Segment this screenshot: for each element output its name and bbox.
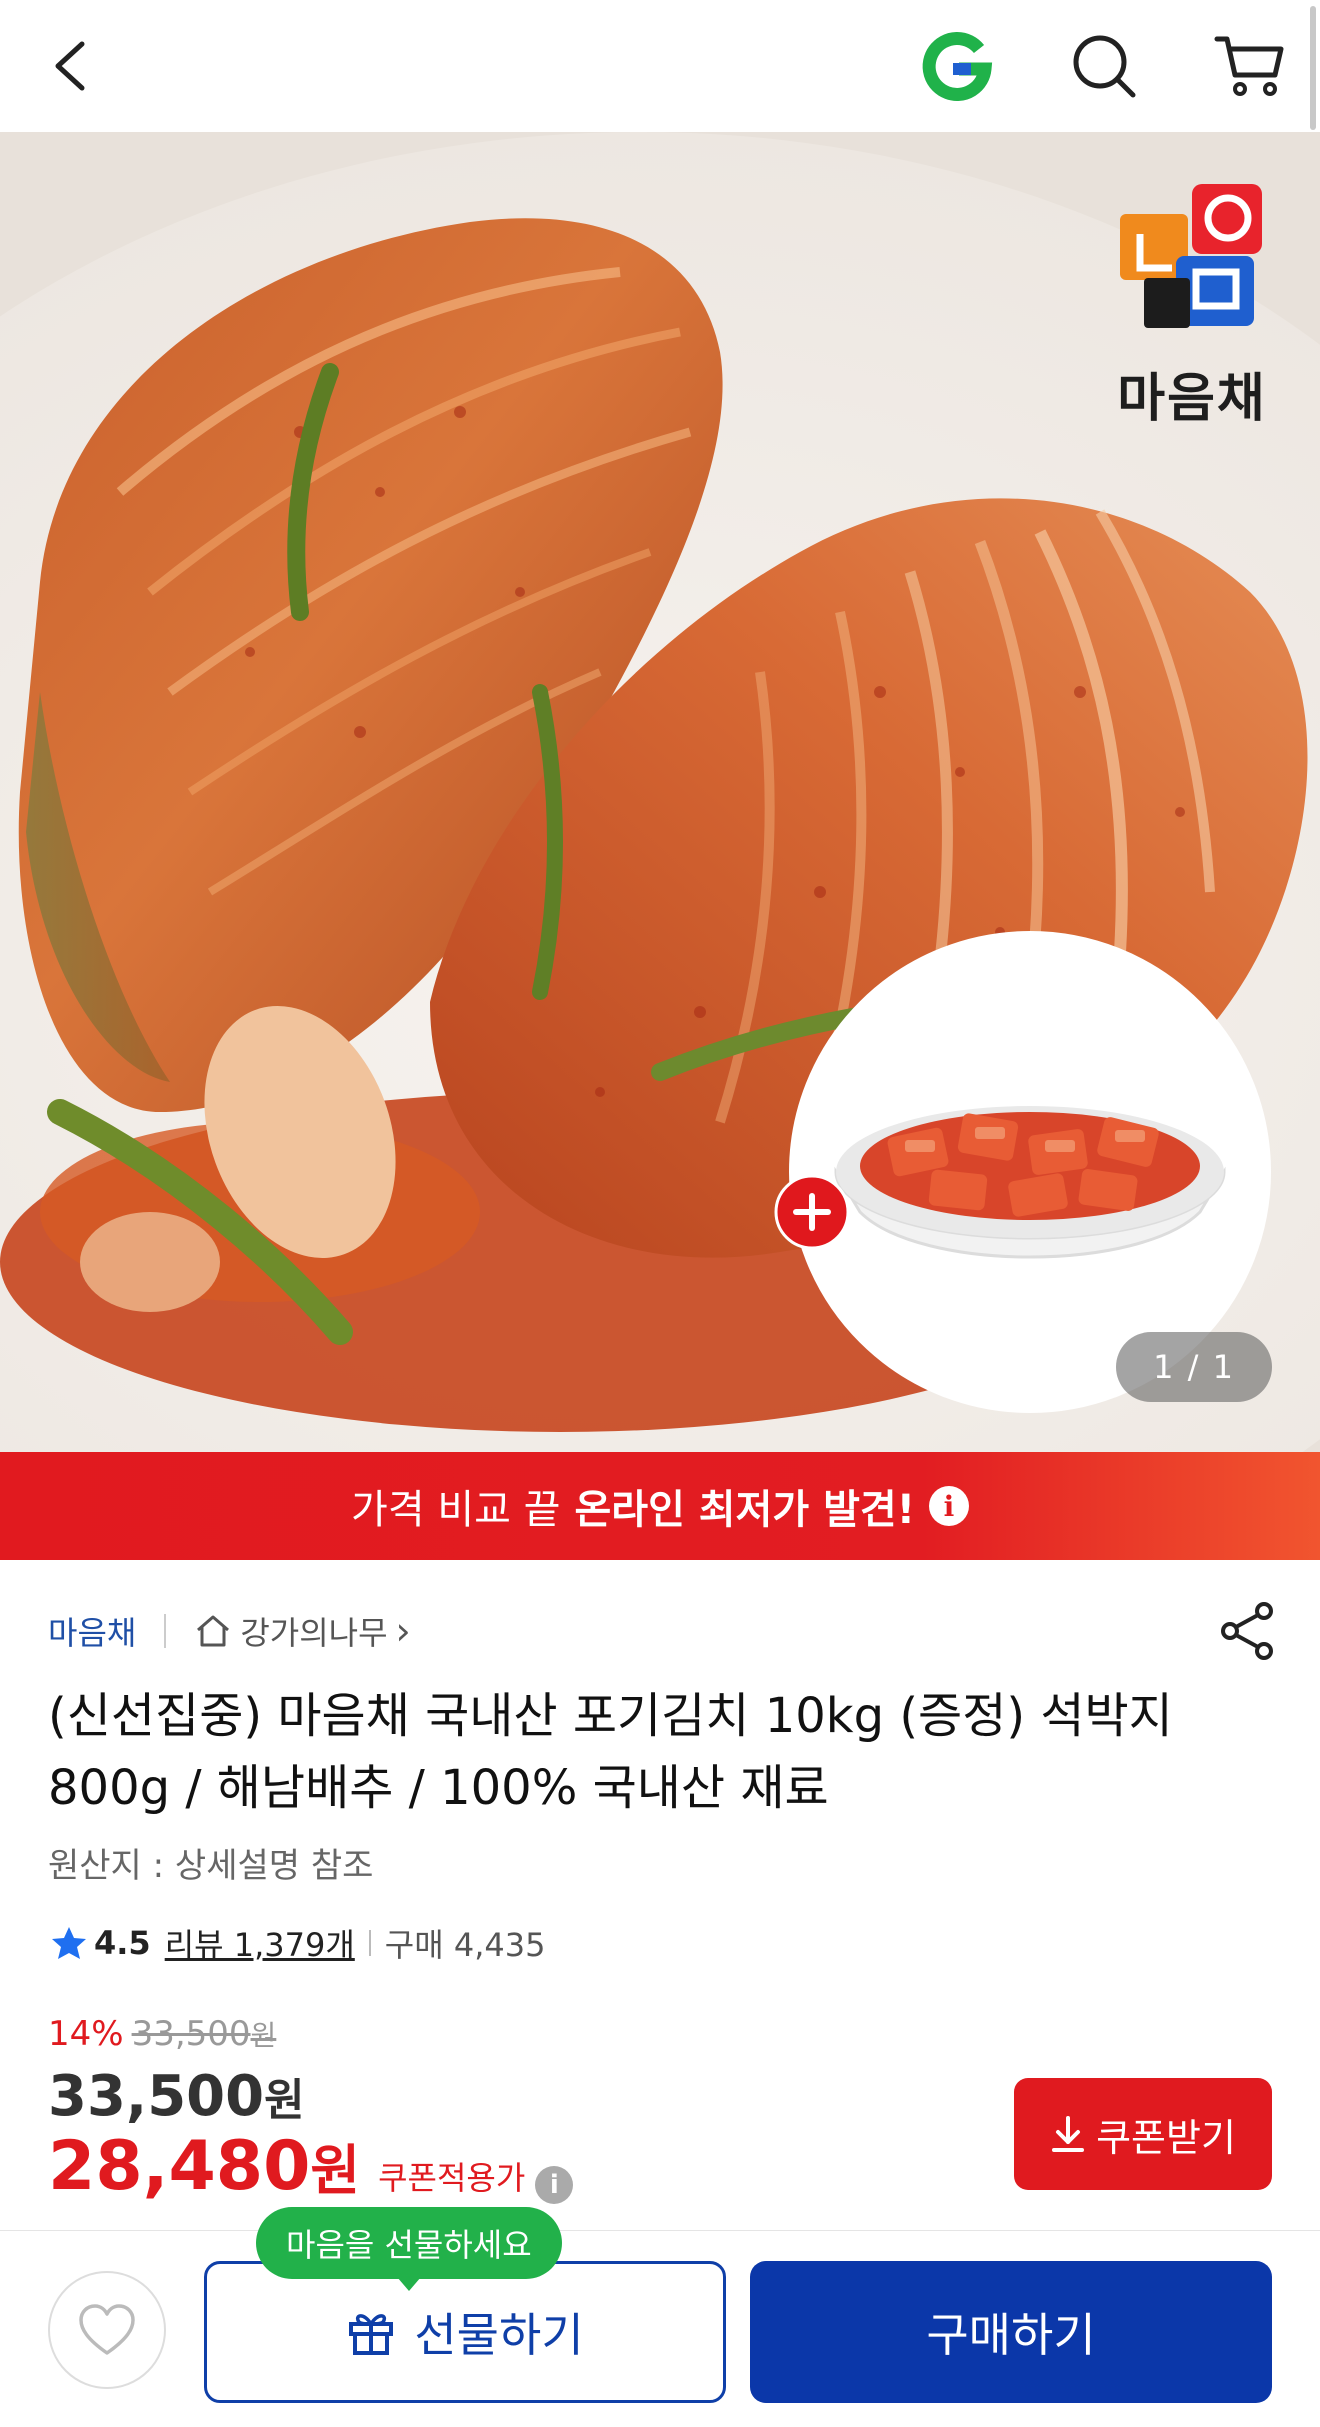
seller-row: 마음채 강가의나무 › bbox=[48, 1606, 411, 1656]
search-button[interactable] bbox=[1058, 20, 1150, 112]
back-button[interactable] bbox=[26, 20, 118, 112]
lowest-price-banner[interactable]: 가격 비교 끝 온라인 최저가 발견! i bbox=[0, 1452, 1320, 1560]
home-icon bbox=[197, 1615, 230, 1647]
purchase-count: 구매 4,435 bbox=[384, 1926, 546, 1964]
download-icon bbox=[1052, 2116, 1085, 2152]
top-nav-bar bbox=[0, 0, 1320, 132]
coupon-price: 28,480 bbox=[48, 2127, 311, 2206]
heart-icon bbox=[79, 2304, 135, 2355]
image-counter: 1 / 1 bbox=[1116, 1332, 1272, 1402]
bottom-action-bar: 선물하기 마음을 선물하세요 구매하기 bbox=[0, 2207, 1320, 2427]
rating-score: 4.5 bbox=[94, 1924, 151, 1962]
banner-text: 가격 비교 끝 bbox=[351, 1487, 561, 1533]
share-button[interactable] bbox=[1212, 1596, 1282, 1666]
star-icon bbox=[52, 1927, 86, 1959]
brand-logo: 마음채 bbox=[1092, 160, 1292, 440]
brand-logo-icon bbox=[1120, 184, 1262, 328]
search-icon bbox=[1073, 35, 1136, 98]
divider bbox=[368, 1930, 371, 1956]
coupon-price-row: 28,480 원 쿠폰적용가 i bbox=[48, 2126, 574, 2206]
chevron-right-icon: › bbox=[395, 1609, 411, 1653]
store-name: 강가의나무 bbox=[240, 1614, 388, 1652]
coupon-button-label: 쿠폰받기 bbox=[1096, 2115, 1236, 2160]
brand-link[interactable]: 마음채 bbox=[48, 1608, 136, 1654]
wishlist-button[interactable] bbox=[48, 2271, 166, 2389]
rating-row: 4.5 리뷰 1,379개 구매 4,435 bbox=[50, 1918, 545, 1968]
coupon-download-button[interactable]: 쿠폰받기 bbox=[1014, 2078, 1272, 2190]
info-icon[interactable]: i bbox=[928, 1486, 969, 1526]
gift-button[interactable]: 선물하기 bbox=[204, 2261, 726, 2403]
original-price: 33,500원 bbox=[131, 2014, 277, 2054]
divider bbox=[164, 1614, 167, 1648]
buy-button[interactable]: 구매하기 bbox=[750, 2261, 1272, 2403]
review-link[interactable]: 리뷰 1,379개 bbox=[165, 1920, 355, 1966]
discount-row: 14% 33,500원 bbox=[48, 2014, 276, 2054]
g-logo-icon bbox=[922, 31, 993, 101]
share-icon bbox=[1221, 1602, 1273, 1660]
sale-price: 33,500원 bbox=[48, 2064, 305, 2129]
product-image-carousel[interactable]: 마음채 석박지 800g 1 / 1 bbox=[0, 132, 1320, 1452]
banner-highlight-text: 온라인 최저가 발견! bbox=[574, 1487, 915, 1533]
buy-button-label: 구매하기 bbox=[926, 2308, 1096, 2362]
product-origin: 원산지 : 상세설명 참조 bbox=[48, 1846, 374, 1886]
scrollbar[interactable] bbox=[1310, 6, 1316, 130]
cart-icon bbox=[1214, 36, 1284, 96]
product-title: (신선집중) 마음채 국내산 포기김치 10kg (증정) 석박지 800g /… bbox=[48, 1688, 1173, 1816]
gmarket-home-button[interactable] bbox=[912, 20, 1004, 112]
gift-icon bbox=[349, 2314, 394, 2355]
gift-button-label: 선물하기 bbox=[414, 2308, 584, 2362]
info-icon[interactable]: i bbox=[535, 2166, 574, 2204]
bonus-item-label: 석박지 800g bbox=[906, 1265, 1166, 1319]
chevron-left-icon bbox=[55, 41, 85, 91]
coupon-price-note: 쿠폰적용가 bbox=[378, 2159, 526, 2197]
cart-button[interactable] bbox=[1204, 20, 1296, 112]
store-link[interactable]: 강가의나무 › bbox=[194, 1608, 411, 1654]
brand-logo-text: 마음채 bbox=[1117, 369, 1267, 429]
coupon-price-unit: 원 bbox=[310, 2139, 361, 2202]
gift-tooltip: 마음을 선물하세요 bbox=[256, 2207, 562, 2291]
discount-rate: 14% bbox=[48, 2014, 124, 2054]
